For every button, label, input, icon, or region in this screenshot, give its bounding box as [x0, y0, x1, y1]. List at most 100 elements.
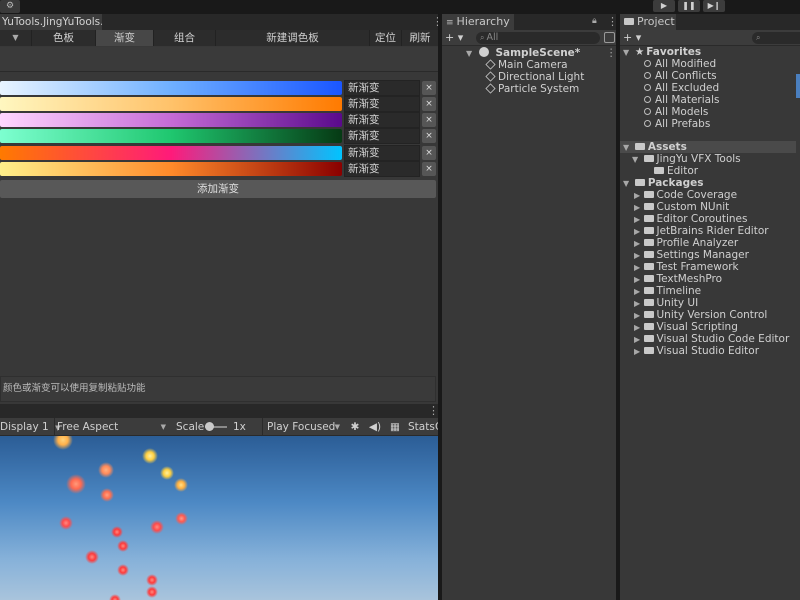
hierarchy-search-input[interactable]: ⌕ All	[476, 32, 600, 44]
delete-gradient-button[interactable]: ×	[422, 146, 436, 160]
scene-menu-icon[interactable]: ⋮	[606, 47, 617, 59]
audio-icon[interactable]: ◀)	[368, 418, 382, 436]
game-viewport[interactable]	[0, 436, 438, 600]
play-button[interactable]: ▶	[653, 0, 675, 12]
project-search-input[interactable]: ⌕	[752, 32, 800, 44]
display-dropdown[interactable]: Display 1 ▼	[0, 418, 60, 436]
dropdown-arrow-button[interactable]: ▼	[0, 30, 32, 46]
add-gradient-button[interactable]: 添加渐变	[0, 180, 436, 198]
tab-combo[interactable]: 组合	[154, 30, 216, 46]
delete-gradient-button[interactable]: ×	[422, 81, 436, 95]
gradient-name-field[interactable]: 新渐变	[344, 80, 420, 96]
scene-search-icon[interactable]	[604, 32, 615, 43]
expand-arrow-icon[interactable]: ▼	[623, 48, 629, 57]
package-folder[interactable]: ▶ JetBrains Rider Editor	[634, 225, 769, 237]
favorite-item[interactable]: All Conflicts	[644, 70, 717, 82]
collapsed-arrow-icon[interactable]: ▶	[634, 323, 640, 332]
package-folder[interactable]: ▶ TextMeshPro	[634, 273, 722, 285]
favorite-item[interactable]: All Materials	[644, 94, 719, 106]
collapsed-arrow-icon[interactable]: ▶	[634, 203, 640, 212]
gradient-swatch[interactable]	[0, 162, 342, 176]
collapsed-arrow-icon[interactable]: ▶	[634, 287, 640, 296]
package-folder[interactable]: ▶ Editor Coroutines	[634, 213, 747, 225]
collapsed-arrow-icon[interactable]: ▶	[634, 347, 640, 356]
package-folder[interactable]: ▶ Unity Version Control	[634, 309, 767, 321]
asset-folder[interactable]: ▼ JingYu VFX Tools	[632, 153, 741, 165]
favorite-item[interactable]: All Models	[644, 106, 708, 118]
window-menu-icon[interactable]: ⋮	[607, 16, 618, 28]
assets-header[interactable]: ▼ Assets	[620, 141, 796, 153]
collapsed-arrow-icon[interactable]: ▶	[634, 335, 640, 344]
delete-gradient-button[interactable]: ×	[422, 129, 436, 143]
collapsed-arrow-icon[interactable]: ▶	[634, 239, 640, 248]
package-folder[interactable]: ▶ Visual Studio Editor	[634, 345, 759, 357]
gradient-name-field[interactable]: 新渐变	[344, 112, 420, 128]
gradient-name-field[interactable]: 新渐变	[344, 161, 420, 177]
packages-header[interactable]: ▼ Packages	[620, 177, 796, 189]
stats-button[interactable]: Stats	[408, 418, 435, 436]
package-folder[interactable]: ▶ Test Framework	[634, 261, 739, 273]
hierarchy-item[interactable]: Directional Light	[485, 70, 584, 83]
package-folder[interactable]: ▶ Unity UI	[634, 297, 698, 309]
scrollbar-thumb[interactable]	[796, 74, 800, 98]
package-folder[interactable]: ▶ Profile Analyzer	[634, 237, 738, 249]
scene-row[interactable]: ▼ SampleScene* ⋮	[442, 47, 617, 59]
expand-arrow-icon[interactable]: ▼	[623, 179, 629, 188]
expand-arrow-icon[interactable]: ▼	[632, 155, 638, 164]
gradient-name-field[interactable]: 新渐变	[344, 145, 420, 161]
package-folder[interactable]: ▶ Timeline	[634, 285, 701, 297]
collapsed-arrow-icon[interactable]: ▶	[634, 263, 640, 272]
collapsed-arrow-icon[interactable]: ▶	[634, 251, 640, 260]
hierarchy-item[interactable]: Main Camera	[485, 58, 568, 71]
package-folder[interactable]: ▶ Settings Manager	[634, 249, 749, 261]
expand-arrow-icon[interactable]: ▼	[623, 143, 629, 152]
asset-folder[interactable]: Editor	[654, 165, 698, 177]
delete-gradient-button[interactable]: ×	[422, 113, 436, 127]
bug-icon[interactable]: ✱	[348, 418, 362, 436]
collapsed-arrow-icon[interactable]: ▶	[634, 191, 640, 200]
tab-jingyu-tools[interactable]: YuTools.JingYuTools...	[0, 14, 102, 30]
expand-arrow-icon[interactable]: ▼	[466, 49, 472, 58]
collapsed-arrow-icon[interactable]: ▶	[634, 215, 640, 224]
favorite-item[interactable]: All Prefabs	[644, 118, 710, 130]
gradient-name-field[interactable]: 新渐变	[344, 128, 420, 144]
gradient-name-field[interactable]: 新渐变	[344, 96, 420, 112]
tools-icon[interactable]: ⚙	[0, 0, 20, 13]
window-menu-icon[interactable]: ⋮	[432, 16, 443, 27]
collapsed-arrow-icon[interactable]: ▶	[634, 299, 640, 308]
favorite-item[interactable]: All Excluded	[644, 82, 719, 94]
tab-gradient[interactable]: 渐变	[96, 30, 154, 46]
collapsed-arrow-icon[interactable]: ▶	[634, 227, 640, 236]
new-palette-button[interactable]: 新建调色板	[216, 30, 370, 46]
package-folder[interactable]: ▶ Visual Studio Code Editor	[634, 333, 789, 345]
pause-button[interactable]: ❚❚	[678, 0, 700, 12]
collapsed-arrow-icon[interactable]: ▶	[634, 311, 640, 320]
favorite-item[interactable]: All Modified	[644, 58, 716, 70]
refresh-button[interactable]: 刷新	[402, 30, 438, 46]
package-folder[interactable]: ▶ Custom NUnit	[634, 201, 729, 213]
delete-gradient-button[interactable]: ×	[422, 162, 436, 176]
hierarchy-item[interactable]: Particle System	[485, 82, 579, 95]
gradient-swatch[interactable]	[0, 129, 342, 143]
tab-palette[interactable]: 色板	[32, 30, 96, 46]
aspect-dropdown[interactable]: Free Aspect ▼	[54, 418, 170, 436]
grid-icon[interactable]: ▦	[388, 418, 402, 436]
create-button[interactable]: + ▾	[623, 31, 641, 44]
create-button[interactable]: + ▾	[445, 31, 463, 44]
package-folder[interactable]: ▶ Code Coverage	[634, 189, 737, 201]
package-folder[interactable]: ▶ Visual Scripting	[634, 321, 738, 333]
tab-hierarchy[interactable]: ≡ Hierarchy	[442, 14, 514, 30]
delete-gradient-button[interactable]: ×	[422, 97, 436, 111]
step-button[interactable]: ▶❙	[703, 0, 725, 12]
scale-slider-handle[interactable]	[205, 422, 214, 431]
gradient-swatch[interactable]	[0, 113, 342, 127]
gradient-swatch[interactable]	[0, 81, 342, 95]
collapsed-arrow-icon[interactable]: ▶	[634, 275, 640, 284]
gradient-swatch[interactable]	[0, 97, 342, 111]
favorites-header[interactable]: ▼ ★ Favorites	[620, 46, 796, 58]
gradient-swatch[interactable]	[0, 146, 342, 160]
lock-icon[interactable]: 🔒︎	[592, 16, 597, 26]
locate-button[interactable]: 定位	[370, 30, 402, 46]
tab-project[interactable]: Project	[620, 14, 676, 30]
play-mode-dropdown[interactable]: Play Focused ▼	[262, 418, 342, 436]
